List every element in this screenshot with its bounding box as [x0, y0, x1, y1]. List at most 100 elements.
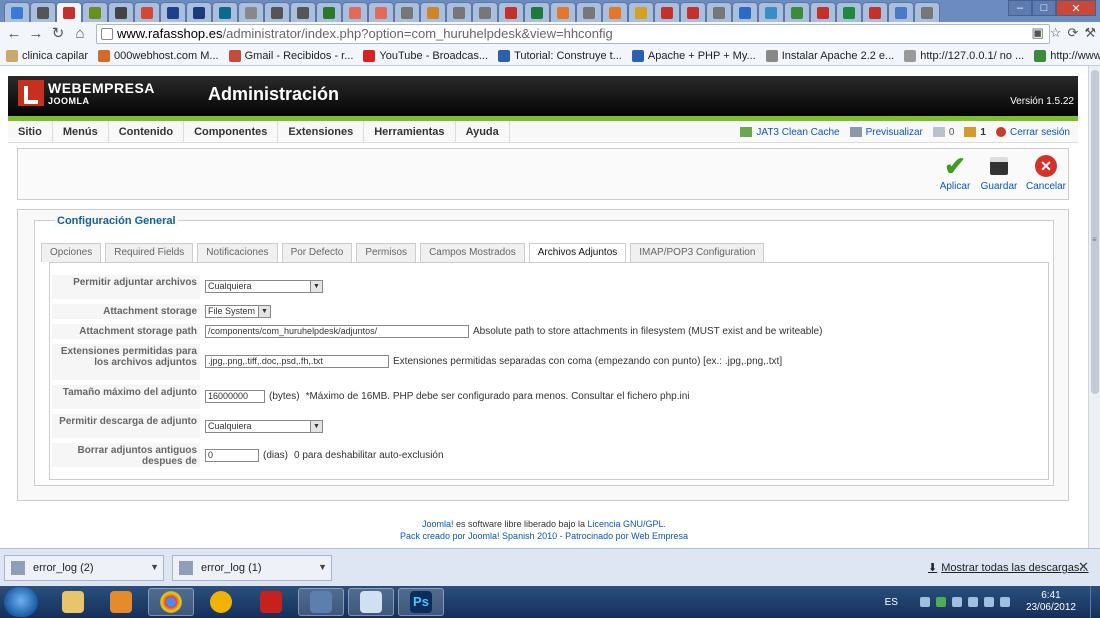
tab-required-fields[interactable]: Required Fields	[105, 243, 194, 262]
minimize-icon[interactable]: –	[1008, 0, 1032, 16]
tab-notificaciones[interactable]: Notificaciones	[197, 243, 278, 262]
browser-tab[interactable]	[914, 2, 940, 22]
browser-tab[interactable]	[524, 2, 550, 22]
allow-attach-select[interactable]: Cualquiera ▼	[205, 280, 323, 293]
tab-imap-pop3-configuration[interactable]: IMAP/POP3 Configuration	[630, 243, 765, 262]
tab-archivos-adjuntos[interactable]: Archivos Adjuntos	[528, 243, 627, 263]
chevron-down-icon[interactable]: ▼	[318, 562, 327, 572]
browser-tab[interactable]	[602, 2, 628, 22]
path-input[interactable]: /components/com_huruhelpdesk/adjuntos/	[205, 325, 469, 338]
logout-link[interactable]: Cerrar sesión	[995, 127, 1070, 138]
page-action-icon[interactable]: ▣	[1031, 25, 1043, 41]
chevron-down-icon[interactable]: ▼	[150, 562, 159, 572]
sync-icon[interactable]: ⟳	[1067, 25, 1078, 41]
bookmark-item[interactable]: 000webhost.com M...	[98, 49, 219, 62]
license-link[interactable]: Licencia GNU/GPL.	[588, 519, 667, 529]
media-player-icon[interactable]	[98, 588, 144, 616]
app-icon[interactable]	[198, 588, 244, 616]
bookmark-item[interactable]: Instalar Apache 2.2 e...	[765, 49, 894, 62]
browser-tab[interactable]	[550, 2, 576, 22]
chrome-icon[interactable]	[148, 588, 194, 616]
browser-tab[interactable]	[732, 2, 758, 22]
browser-tab[interactable]	[82, 2, 108, 22]
wrench-icon[interactable]: ⚒	[1084, 25, 1096, 41]
browser-tab[interactable]	[628, 2, 654, 22]
menu-item-extensiones[interactable]: Extensiones	[278, 120, 365, 143]
bookmark-item[interactable]: Gmail - Recibidos - r...	[228, 49, 353, 62]
browser-tab[interactable]	[30, 2, 56, 22]
bookmark-item[interactable]: YouTube - Broadcas...	[363, 49, 488, 62]
language-indicator[interactable]: ES	[885, 597, 898, 608]
tab-por-defecto[interactable]: Por Defecto	[281, 243, 353, 262]
browser-tab[interactable]	[264, 2, 290, 22]
close-window-icon[interactable]: ✕	[1056, 0, 1096, 16]
tab-campos-mostrados[interactable]: Campos Mostrados	[420, 243, 525, 262]
cancel-button[interactable]: ✕ Cancelar	[1021, 153, 1071, 192]
browser-tab[interactable]	[212, 2, 238, 22]
clock[interactable]: 6:41 23/06/2012	[1026, 590, 1076, 614]
tray-arrow-icon[interactable]	[919, 597, 930, 607]
menu-item-menús[interactable]: Menús	[53, 120, 109, 143]
browser-tab[interactable]	[238, 2, 264, 22]
browser-tab[interactable]	[576, 2, 602, 22]
bookmark-item[interactable]: http://127.0.0.1/ no ...	[904, 49, 1024, 62]
bookmark-item[interactable]: Apache + PHP + My...	[631, 49, 756, 62]
messages-count[interactable]: 0	[932, 127, 954, 138]
download-item[interactable]: error_log (1) ▼	[172, 555, 332, 581]
photoshop-icon[interactable]: Ps	[398, 588, 444, 616]
home-icon[interactable]: ⌂	[72, 26, 88, 42]
bookmark-item[interactable]: http://www.google...	[1034, 49, 1100, 62]
download-item[interactable]: error_log (2) ▼	[4, 555, 164, 581]
apply-button[interactable]: ✔ Aplicar	[930, 153, 980, 192]
network-app-icon[interactable]	[298, 588, 344, 616]
tab-permisos[interactable]: Permisos	[356, 243, 417, 262]
tray-app-icon[interactable]	[951, 597, 962, 607]
browser-tab[interactable]	[472, 2, 498, 22]
browser-tab[interactable]	[290, 2, 316, 22]
download-select[interactable]: Cualquiera ▼	[205, 420, 323, 433]
browser-tab[interactable]	[810, 2, 836, 22]
save-button[interactable]: Guardar	[974, 153, 1024, 192]
preview-link[interactable]: Previsualizar	[849, 127, 923, 138]
menu-item-sitio[interactable]: Sitio	[8, 120, 53, 143]
browser-tab[interactable]	[758, 2, 784, 22]
tray-app-icon[interactable]	[935, 597, 946, 607]
browser-tab[interactable]	[706, 2, 732, 22]
storage-select[interactable]: File System ▼	[205, 305, 271, 318]
users-count[interactable]: 1	[964, 127, 986, 138]
browser-tab[interactable]	[420, 2, 446, 22]
bookmark-star-icon[interactable]: ☆	[1050, 25, 1062, 41]
menu-item-contenido[interactable]: Contenido	[109, 120, 185, 143]
start-button[interactable]	[4, 587, 38, 617]
bookmark-item[interactable]: Tutorial: Construye t...	[498, 49, 622, 62]
menu-item-ayuda[interactable]: Ayuda	[456, 120, 510, 143]
network-icon[interactable]	[983, 597, 994, 607]
browser-tab[interactable]	[888, 2, 914, 22]
tab-opciones[interactable]: Opciones	[41, 243, 102, 262]
browser-tab[interactable]	[680, 2, 706, 22]
browser-tab[interactable]	[446, 2, 472, 22]
browser-tab[interactable]	[134, 2, 160, 22]
footer-credit[interactable]: Pack creado por Joomla! Spanish 2010 - P…	[0, 530, 1088, 542]
browser-tab[interactable]	[108, 2, 134, 22]
browser-tab[interactable]	[368, 2, 394, 22]
page-scrollbar[interactable]: ≡	[1088, 66, 1100, 548]
bookmark-item[interactable]: clinica capilar	[6, 49, 88, 62]
browser-tab[interactable]	[836, 2, 862, 22]
browser-tab[interactable]	[186, 2, 212, 22]
address-bar[interactable]: www.rafasshop.es/administrator/index.php…	[96, 24, 1050, 44]
browser-tab[interactable]	[862, 2, 888, 22]
browser-tab[interactable]	[654, 2, 680, 22]
browser-tab[interactable]	[4, 2, 30, 22]
show-all-downloads-link[interactable]: ⬇ Mostrar todas las descargas...	[928, 561, 1089, 574]
tray-app-icon[interactable]	[967, 597, 978, 607]
back-icon[interactable]: ←	[6, 26, 22, 42]
browser-tab[interactable]	[316, 2, 342, 22]
browser-tab[interactable]	[160, 2, 186, 22]
joomla-link[interactable]: Joomla!	[422, 519, 454, 529]
close-download-bar-icon[interactable]: ✕	[1078, 559, 1089, 575]
maximize-icon[interactable]: □	[1032, 0, 1056, 16]
mcafee-icon[interactable]	[248, 588, 294, 616]
menu-item-herramientas[interactable]: Herramientas	[364, 120, 456, 143]
delete-input[interactable]: 0	[205, 449, 259, 462]
